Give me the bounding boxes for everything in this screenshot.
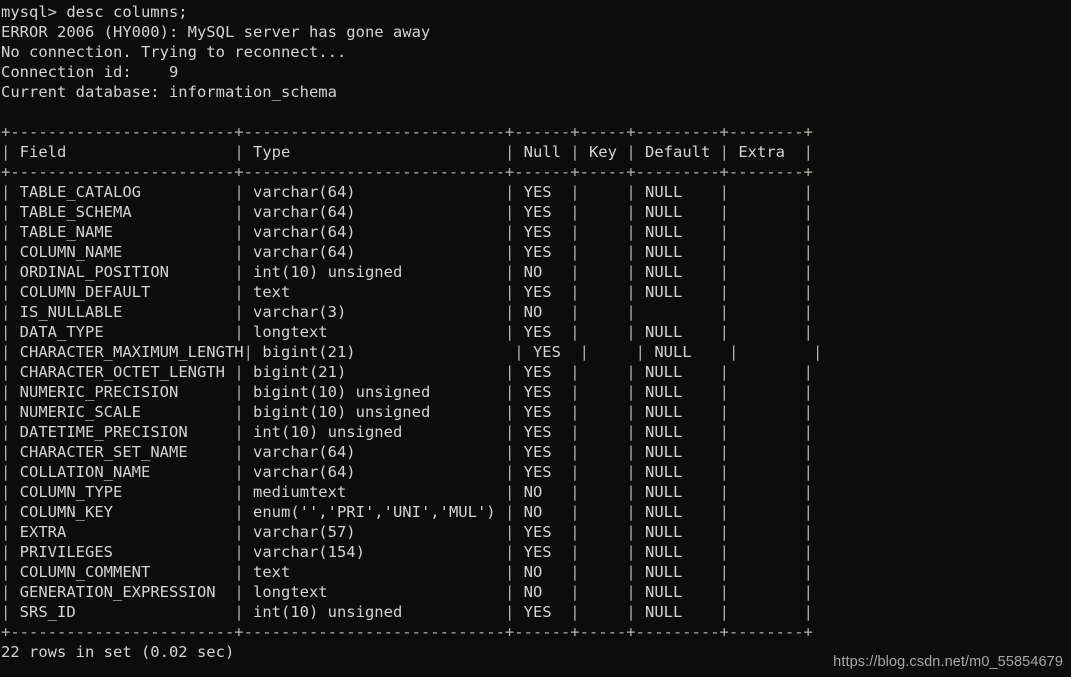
prompt-line: mysql> desc columns; bbox=[1, 3, 188, 21]
table-row: | NUMERIC_PRECISION | bigint(10) unsigne… bbox=[1, 383, 813, 401]
message-line-0: ERROR 2006 (HY000): MySQL server has gon… bbox=[1, 23, 431, 41]
table-row: | TABLE_CATALOG | varchar(64) | YES | | … bbox=[1, 183, 813, 201]
table-row: | IS_NULLABLE | varchar(3) | NO | | | | bbox=[1, 303, 813, 321]
table-row: | TABLE_NAME | varchar(64) | YES | | NUL… bbox=[1, 223, 813, 241]
table-row: | CHARACTER_MAXIMUM_LENGTH| bigint(21) |… bbox=[1, 343, 823, 361]
table-row: | COLUMN_TYPE | mediumtext | NO | | NULL… bbox=[1, 483, 813, 501]
table-row: | GENERATION_EXPRESSION | longtext | NO … bbox=[1, 583, 813, 601]
table-row: | DATETIME_PRECISION | int(10) unsigned … bbox=[1, 423, 813, 441]
table-row: | SRS_ID | int(10) unsigned | YES | | NU… bbox=[1, 603, 813, 621]
table-row: | PRIVILEGES | varchar(154) | YES | | NU… bbox=[1, 543, 813, 561]
watermark-url: https://blog.csdn.net/m0_55854679 bbox=[833, 654, 1063, 670]
table-header-row: | Field | Type | Null | Key | Default | … bbox=[1, 143, 813, 161]
message-line-2: Connection id: 9 bbox=[1, 63, 179, 81]
table-rule-bottom: +------------------------+--------------… bbox=[1, 623, 813, 641]
table-row: | ORDINAL_POSITION | int(10) unsigned | … bbox=[1, 263, 813, 281]
table-row: | EXTRA | varchar(57) | YES | | NULL | | bbox=[1, 523, 813, 541]
table-row: | CHARACTER_SET_NAME | varchar(64) | YES… bbox=[1, 443, 813, 461]
table-rule-mid: +------------------------+--------------… bbox=[1, 163, 813, 181]
table-row: | COLUMN_DEFAULT | text | YES | | NULL |… bbox=[1, 283, 813, 301]
table-row: | CHARACTER_OCTET_LENGTH | bigint(21) | … bbox=[1, 363, 813, 381]
message-line-1: No connection. Trying to reconnect... bbox=[1, 43, 347, 61]
table-row: | TABLE_SCHEMA | varchar(64) | YES | | N… bbox=[1, 203, 813, 221]
table-row: | COLUMN_NAME | varchar(64) | YES | | NU… bbox=[1, 243, 813, 261]
table-row: | COLUMN_COMMENT | text | NO | | NULL | … bbox=[1, 563, 813, 581]
terminal-output[interactable]: mysql> desc columns; ERROR 2006 (HY000): … bbox=[0, 0, 1071, 677]
table-row: | COLUMN_KEY | enum('','PRI','UNI','MUL'… bbox=[1, 503, 813, 521]
table-row: | COLLATION_NAME | varchar(64) | YES | |… bbox=[1, 463, 813, 481]
table-row: | DATA_TYPE | longtext | YES | | NULL | … bbox=[1, 323, 813, 341]
table-rule-top: +------------------------+--------------… bbox=[1, 123, 813, 141]
message-line-3: Current database: information_schema bbox=[1, 83, 337, 101]
table-row: | NUMERIC_SCALE | bigint(10) unsigned | … bbox=[1, 403, 813, 421]
